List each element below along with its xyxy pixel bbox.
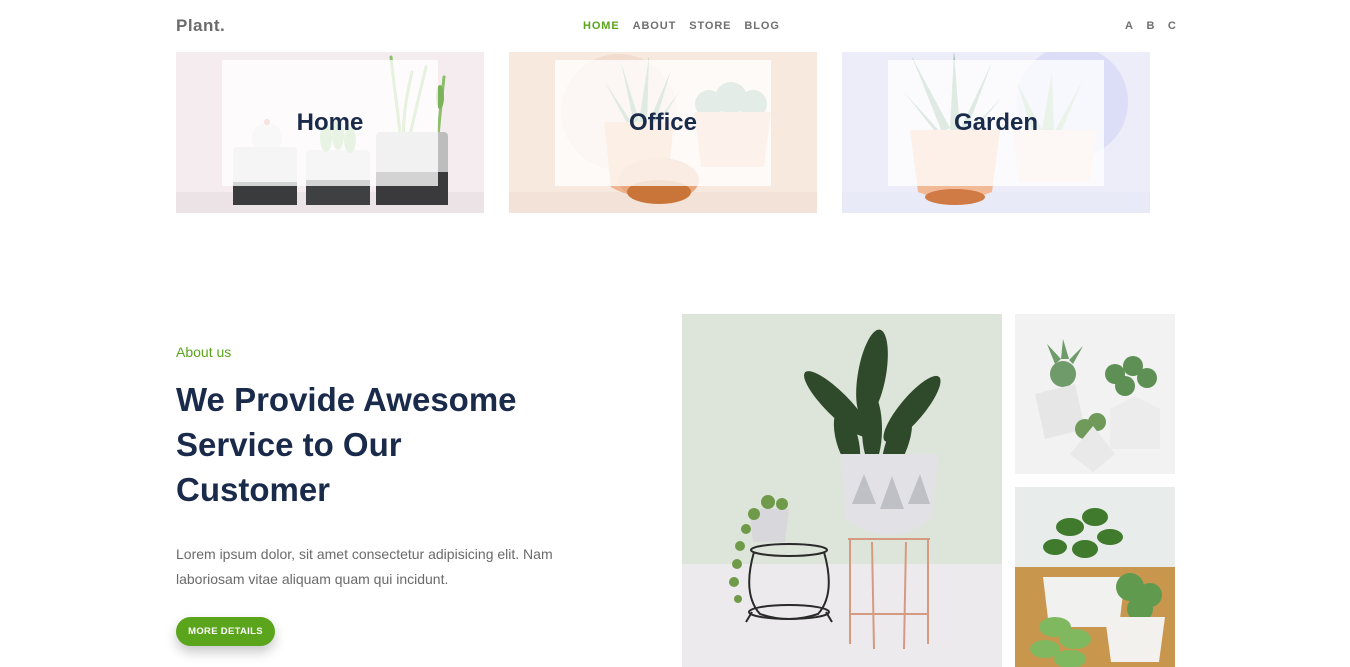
card-overlay: Garden [888,60,1104,186]
category-card-office[interactable]: Office [509,52,817,213]
letter-a-link[interactable]: A [1125,20,1133,32]
category-label-home: Home [296,109,364,136]
header-letter-links: A B C [1125,20,1176,32]
main-nav: HOME ABOUT STORE BLOG [583,20,780,32]
category-card-garden[interactable]: Garden [842,52,1150,213]
card-overlay: Home [222,60,438,186]
site-header: Plant. HOME ABOUT STORE BLOG A B C [0,0,1350,52]
nav-about[interactable]: ABOUT [633,20,677,32]
category-label-garden: Garden [953,109,1039,136]
about-description: Lorem ipsum dolor, sit amet consectetur … [176,546,553,587]
more-details-button[interactable]: MORE DETAILS [176,617,275,646]
category-label-office: Office [628,109,697,136]
category-card-home[interactable]: Home [176,52,484,213]
plant-stand-photo [682,314,1002,667]
nav-home[interactable]: HOME [583,20,620,32]
nav-blog[interactable]: BLOG [744,20,779,32]
nav-store[interactable]: STORE [689,20,731,32]
potted-succulents-photo [1015,487,1175,667]
card-overlay: Office [555,60,771,186]
about-eyebrow: About us [176,344,232,360]
letter-b-link[interactable]: B [1146,20,1154,32]
succulents-photo [1015,314,1175,474]
about-title: We Provide Awesome Service to Our Custom… [176,381,517,508]
site-logo[interactable]: Plant. [176,16,225,36]
letter-c-link[interactable]: C [1168,20,1176,32]
